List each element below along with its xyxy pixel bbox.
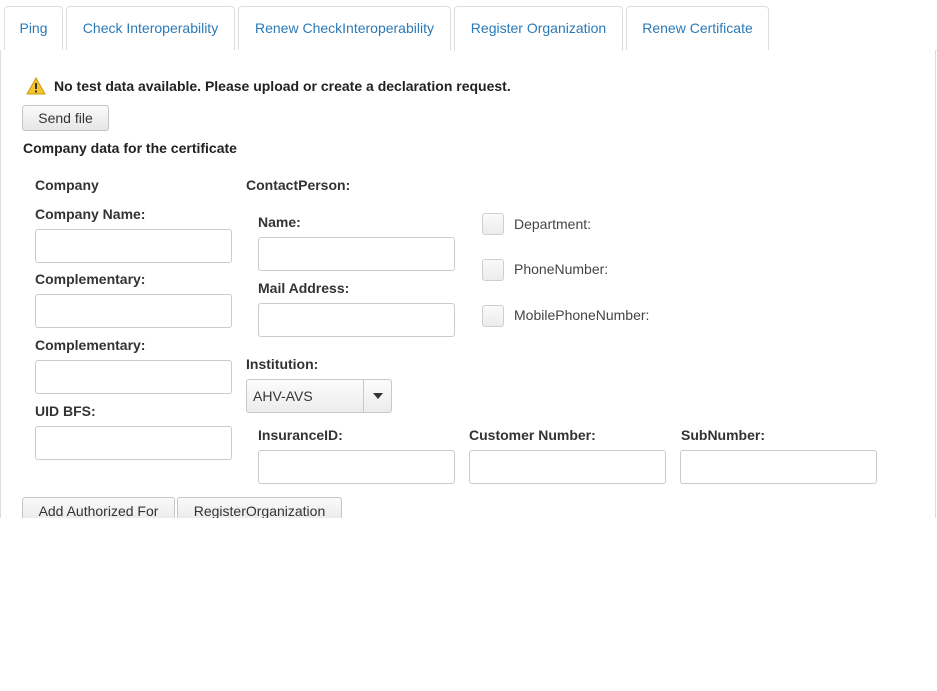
- mail-address-label: Mail Address:: [258, 280, 350, 296]
- complementary-1-label: Complementary:: [35, 271, 146, 287]
- company-name-label: Company Name:: [35, 206, 146, 222]
- department-label: Department:: [514, 216, 592, 232]
- complementary-2-label: Complementary:: [35, 337, 146, 353]
- complementary-2-input[interactable]: [35, 360, 232, 394]
- insurance-id-input[interactable]: [258, 450, 455, 484]
- company-name-input[interactable]: [35, 229, 232, 263]
- tab-ping[interactable]: Ping: [4, 6, 63, 50]
- uid-bfs-label: UID BFS:: [35, 403, 96, 419]
- department-checkbox[interactable]: [482, 213, 504, 235]
- tab-renew-certificate[interactable]: Renew Certificate: [626, 6, 769, 50]
- tab-check-interoperability[interactable]: Check Interoperability: [66, 6, 235, 50]
- tab-renew-check-interoperability[interactable]: Renew CheckInteroperability: [238, 6, 451, 50]
- contact-person-heading: ContactPerson:: [246, 177, 351, 193]
- phone-number-label: PhoneNumber:: [514, 261, 609, 277]
- sub-number-input[interactable]: [680, 450, 877, 484]
- uid-bfs-input[interactable]: [35, 426, 232, 460]
- chevron-down-icon[interactable]: [363, 380, 391, 412]
- institution-selected-value: AHV-AVS: [253, 388, 313, 404]
- send-file-button[interactable]: Send file: [22, 105, 109, 131]
- contact-name-label: Name:: [258, 214, 301, 230]
- tab-register-organization[interactable]: Register Organization: [454, 6, 623, 51]
- mobile-phone-number-checkbox[interactable]: [482, 305, 504, 327]
- sub-number-label: SubNumber:: [681, 427, 765, 443]
- mobile-phone-number-label: MobilePhoneNumber:: [514, 307, 650, 323]
- complementary-1-input[interactable]: [35, 294, 232, 328]
- company-heading: Company: [35, 177, 99, 193]
- mail-address-input[interactable]: [258, 303, 455, 337]
- institution-label: Institution:: [246, 356, 319, 372]
- contact-name-input[interactable]: [258, 237, 455, 271]
- phone-number-checkbox[interactable]: [482, 259, 504, 281]
- customer-number-input[interactable]: [469, 450, 666, 484]
- warning-message: No test data available. Please upload or…: [54, 78, 511, 94]
- warning-icon: [26, 77, 46, 95]
- blank-area: [0, 518, 937, 691]
- tab-bar: Ping Check Interoperability Renew CheckI…: [0, 0, 937, 51]
- insurance-id-label: InsuranceID:: [258, 427, 343, 443]
- section-title: Company data for the certificate: [23, 140, 237, 156]
- customer-number-label: Customer Number:: [469, 427, 596, 443]
- institution-select[interactable]: AHV-AVS: [246, 379, 392, 413]
